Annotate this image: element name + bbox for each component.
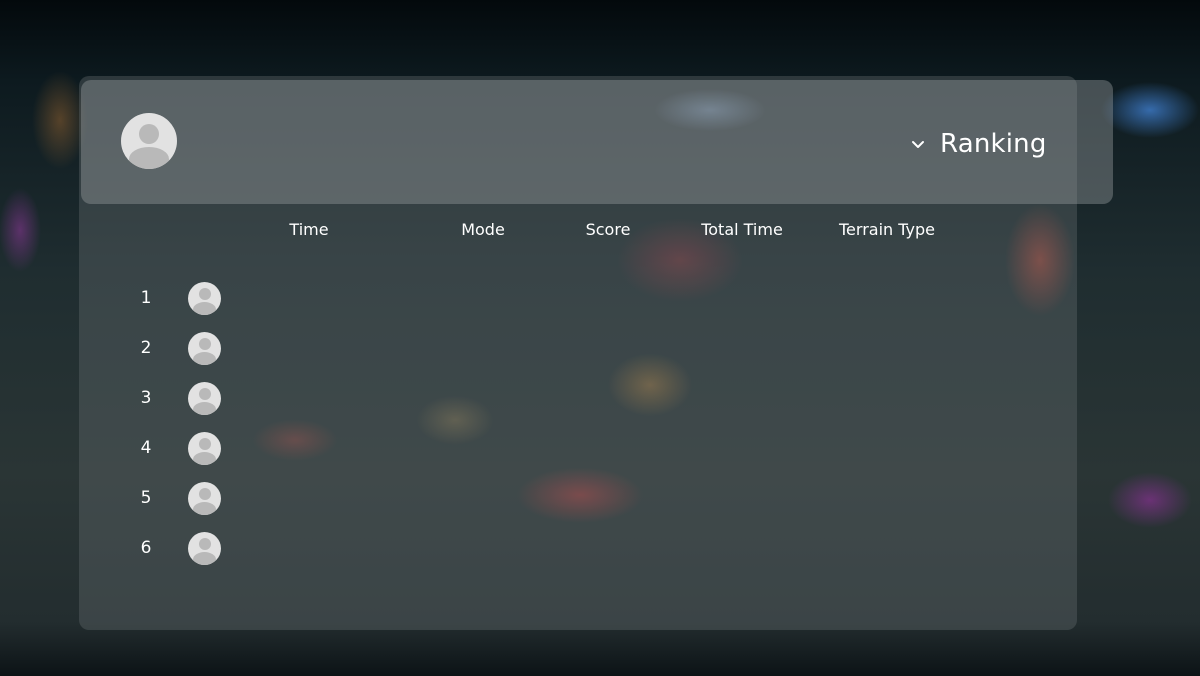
avatar-head-icon <box>199 288 211 300</box>
player-avatar[interactable] <box>188 382 221 415</box>
rank-number: 6 <box>140 538 152 558</box>
column-header-time: Time <box>289 220 329 239</box>
ranking-dropdown[interactable]: Ranking <box>908 126 1047 162</box>
rank-number: 3 <box>140 388 152 408</box>
rank-number: 5 <box>140 488 152 508</box>
column-header-total-time: Total Time <box>701 220 783 239</box>
rank-number: 2 <box>140 338 152 358</box>
avatar-body-icon <box>129 147 169 169</box>
player-avatar[interactable] <box>188 482 221 515</box>
ranking-label: Ranking <box>940 129 1047 159</box>
chevron-down-icon <box>912 141 924 148</box>
avatar-body-icon <box>193 452 216 465</box>
column-header-terrain-type: Terrain Type <box>839 220 935 239</box>
avatar-body-icon <box>193 402 216 415</box>
avatar-head-icon <box>199 338 211 350</box>
avatar-head-icon <box>199 488 211 500</box>
avatar-head-icon <box>199 538 211 550</box>
column-header-mode: Mode <box>461 220 505 239</box>
column-header-score: Score <box>585 220 631 239</box>
player-avatar[interactable] <box>188 282 221 315</box>
avatar-body-icon <box>193 302 216 315</box>
avatar-head-icon <box>199 438 211 450</box>
avatar-body-icon <box>193 352 216 365</box>
avatar-body-icon <box>193 502 216 515</box>
user-avatar[interactable] <box>121 113 177 169</box>
rank-number: 1 <box>140 288 152 308</box>
avatar-head-icon <box>199 388 211 400</box>
player-avatar[interactable] <box>188 532 221 565</box>
avatar-body-icon <box>193 552 216 565</box>
avatar-head-icon <box>139 124 159 144</box>
player-avatar[interactable] <box>188 332 221 365</box>
player-avatar[interactable] <box>188 432 221 465</box>
rank-number: 4 <box>140 438 152 458</box>
